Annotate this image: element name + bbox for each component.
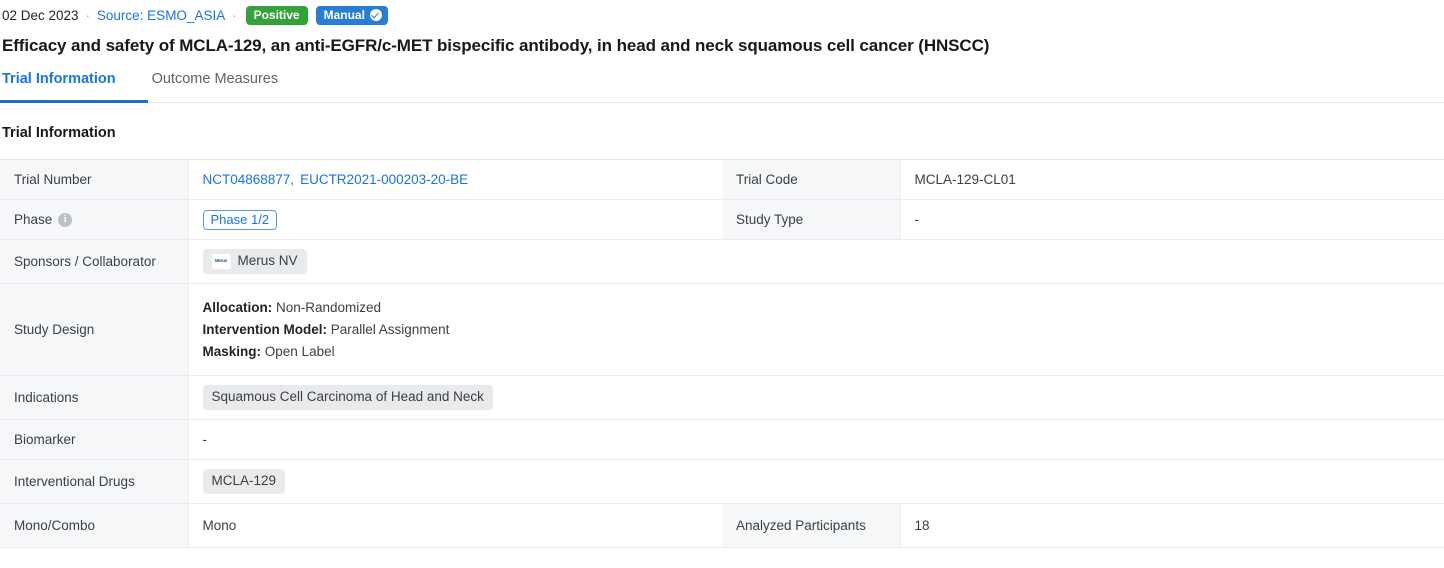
- page-title: Efficacy and safety of MCLA-129, an anti…: [2, 36, 990, 55]
- label-trial-code: Trial Code: [722, 159, 901, 200]
- study-design-key-intervention-model: Intervention Model:: [202, 321, 328, 337]
- study-design-line-intervention-model: Intervention Model: Parallel Assignment: [203, 319, 1431, 341]
- value-sponsors: Merus Merus NV: [188, 239, 1444, 284]
- source-link[interactable]: Source: ESMO_ASIA: [97, 8, 225, 23]
- label-phase-text: Phase: [14, 212, 53, 227]
- sponsor-chip-label: Merus NV: [237, 253, 298, 269]
- publication-date: 02 Dec 2023: [2, 7, 79, 23]
- sponsor-chip-merus-nv[interactable]: Merus Merus NV: [202, 249, 307, 274]
- study-design-value-allocation: Non-Randomized: [276, 299, 382, 315]
- label-interventional-drugs: Interventional Drugs: [0, 459, 189, 504]
- table-row-biomarker: Biomarker -: [0, 419, 1444, 460]
- study-design-line-masking: Masking: Open Label: [203, 341, 1431, 363]
- value-study-design: Allocation: Non-Randomized Intervention …: [188, 283, 1444, 376]
- label-indications: Indications: [0, 375, 189, 420]
- meta-separator-2: ·: [232, 7, 237, 23]
- label-trial-number: Trial Number: [0, 159, 189, 200]
- status-badge-positive[interactable]: Positive: [245, 5, 308, 25]
- label-biomarker: Biomarker: [0, 419, 189, 460]
- value-mono-combo: Mono: [188, 503, 722, 548]
- value-indications: Squamous Cell Carcinoma of Head and Neck: [188, 375, 1444, 420]
- info-icon[interactable]: i: [58, 212, 73, 227]
- study-design-key-masking: Masking:: [202, 343, 262, 359]
- study-design-value-masking: Open Label: [264, 343, 335, 359]
- trial-number-link-eudract[interactable]: EUCTR2021-000203-20-BE: [300, 172, 468, 187]
- active-tab-indicator: [0, 100, 148, 103]
- label-phase: Phase i: [0, 199, 189, 240]
- table-row-interventional-drugs: Interventional Drugs MCLA-129: [0, 459, 1444, 504]
- indication-chip[interactable]: Squamous Cell Carcinoma of Head and Neck: [202, 385, 493, 410]
- meta-separator-1: ·: [85, 7, 90, 23]
- section-heading: Trial Information: [2, 125, 116, 141]
- trial-information-table: Trial Number NCT04868877, EUCTR2021-00020…: [0, 159, 1444, 548]
- study-design-value-intervention-model: Parallel Assignment: [330, 321, 450, 337]
- study-design-line-allocation: Allocation: Non-Randomized: [203, 297, 1431, 319]
- value-study-type: -: [900, 199, 1444, 240]
- study-design-key-allocation: Allocation:: [202, 299, 273, 315]
- trial-number-link-nct[interactable]: NCT04868877,: [203, 172, 295, 187]
- merus-logo-icon: Merus: [211, 254, 231, 269]
- tab-outcome-measures[interactable]: Outcome Measures: [138, 71, 293, 97]
- value-biomarker: -: [188, 419, 1444, 460]
- table-row-trial-number: Trial Number NCT04868877, EUCTR2021-00020…: [0, 159, 1444, 200]
- value-interventional-drugs: MCLA-129: [188, 459, 1444, 504]
- phase-pill[interactable]: Phase 1/2: [202, 209, 278, 230]
- tab-trial-information[interactable]: Trial Information: [0, 71, 138, 97]
- label-analyzed-participants: Analyzed Participants: [722, 503, 901, 548]
- value-phase: Phase 1/2: [188, 199, 722, 240]
- drug-chip[interactable]: MCLA-129: [202, 469, 286, 494]
- table-row-study-design: Study Design Allocation: Non-Randomized …: [0, 283, 1444, 376]
- label-sponsors: Sponsors / Collaborator: [0, 239, 189, 284]
- tab-bar: Trial Information Outcome Measures: [0, 71, 1444, 103]
- table-row-sponsors: Sponsors / Collaborator Merus Merus NV: [0, 239, 1444, 284]
- value-analyzed-participants: 18: [900, 503, 1444, 548]
- manual-badge-label: Manual: [323, 7, 365, 22]
- label-mono-combo: Mono/Combo: [0, 503, 189, 548]
- status-badge-manual[interactable]: Manual: [315, 5, 388, 25]
- check-circle-icon: [369, 8, 382, 21]
- value-trial-code: MCLA-129-CL01: [900, 159, 1444, 200]
- label-study-type: Study Type: [722, 199, 901, 240]
- value-trial-number: NCT04868877, EUCTR2021-000203-20-BE: [188, 159, 722, 200]
- table-row-indications: Indications Squamous Cell Carcinoma of H…: [0, 375, 1444, 420]
- table-row-phase: Phase i Phase 1/2 Study Type -: [0, 199, 1444, 240]
- label-study-design: Study Design: [0, 283, 189, 376]
- table-row-mono-combo: Mono/Combo Mono Analyzed Participants 18: [0, 503, 1444, 548]
- meta-bar: 02 Dec 2023 · Source: ESMO_ASIA · Positi…: [0, 3, 1444, 27]
